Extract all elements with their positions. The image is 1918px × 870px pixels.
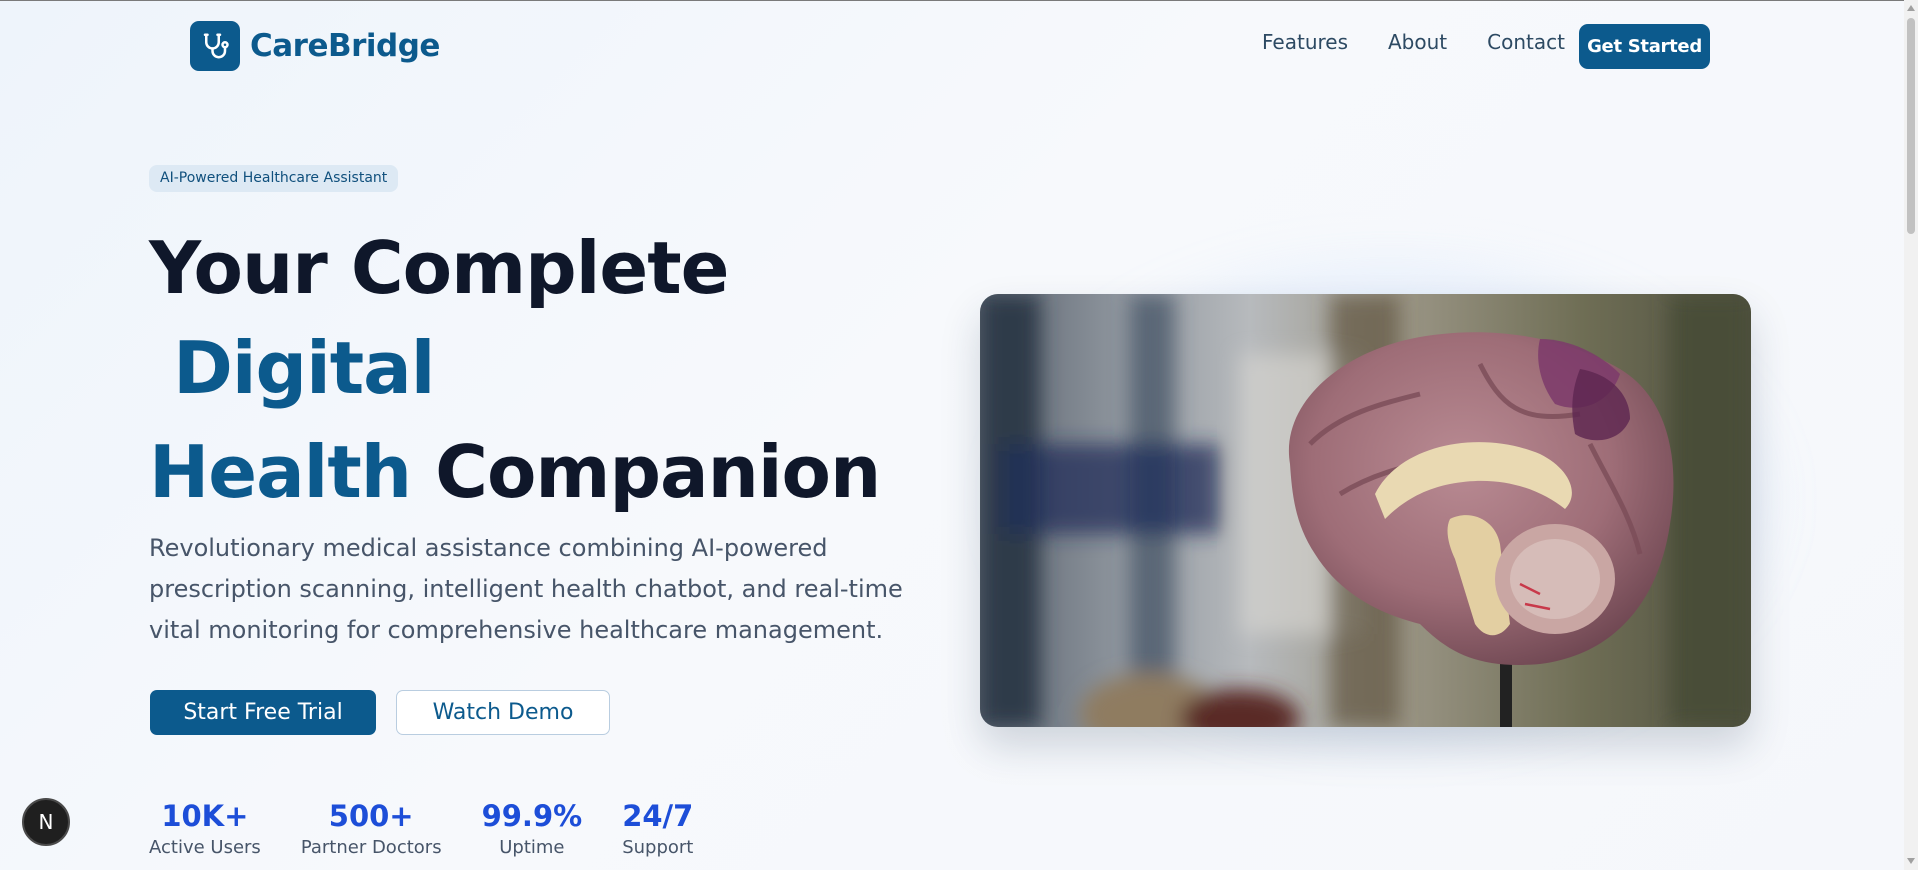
stat-value: 24/7: [622, 799, 694, 833]
stat-label: Active Users: [149, 837, 261, 858]
nav-link-about[interactable]: About: [1388, 30, 1447, 54]
headline-accent-digital: Digital: [173, 326, 435, 410]
stat-value: 99.9%: [481, 799, 583, 833]
top-navigation: CareBridge Features About Contact Get St…: [0, 0, 1904, 94]
dev-tools-button[interactable]: N: [22, 798, 70, 846]
brand[interactable]: CareBridge: [190, 21, 440, 71]
stat-uptime: 99.9% Uptime: [482, 798, 583, 860]
headline-line-1: Your Complete: [149, 226, 729, 310]
headline-line-2: Digital: [149, 318, 880, 422]
hero-brain-image: [980, 294, 1751, 727]
get-started-button[interactable]: Get Started: [1579, 24, 1710, 69]
stat-value: 500+: [328, 799, 414, 833]
stat-partner-doctors: 500+ Partner Doctors: [301, 798, 442, 860]
scroll-up-arrow-icon[interactable]: [1907, 5, 1915, 11]
headline-companion: Companion: [435, 430, 881, 514]
nav-links: Features About Contact: [1262, 30, 1605, 54]
start-free-trial-button[interactable]: Start Free Trial: [150, 690, 376, 735]
hero-headline: Your Complete Digital Health Companion: [149, 218, 881, 522]
stats-row: 10K+ Active Users 500+ Partner Doctors 9…: [149, 798, 733, 860]
stat-label: Support: [622, 837, 694, 858]
stat-value: 10K+: [161, 799, 249, 833]
stat-active-users: 10K+ Active Users: [149, 798, 261, 860]
page-scrollbar[interactable]: [1904, 0, 1918, 870]
hero-badge: AI-Powered Healthcare Assistant: [149, 165, 399, 192]
stethoscope-icon: [190, 21, 240, 71]
nav-link-features[interactable]: Features: [1262, 30, 1348, 54]
nav-link-contact[interactable]: Contact: [1487, 30, 1565, 54]
scroll-down-arrow-icon[interactable]: [1907, 858, 1915, 864]
hero-description: Revolutionary medical assistance combini…: [149, 534, 903, 644]
headline-line-3: Health Companion: [149, 422, 881, 522]
stat-support: 24/7 Support: [622, 798, 693, 860]
stat-label: Partner Doctors: [300, 837, 442, 858]
headline-accent-health: Health: [149, 430, 412, 514]
watch-demo-button[interactable]: Watch Demo: [396, 690, 610, 735]
scroll-thumb[interactable]: [1907, 18, 1915, 234]
brand-name: CareBridge: [250, 28, 440, 64]
stat-label: Uptime: [499, 837, 565, 858]
